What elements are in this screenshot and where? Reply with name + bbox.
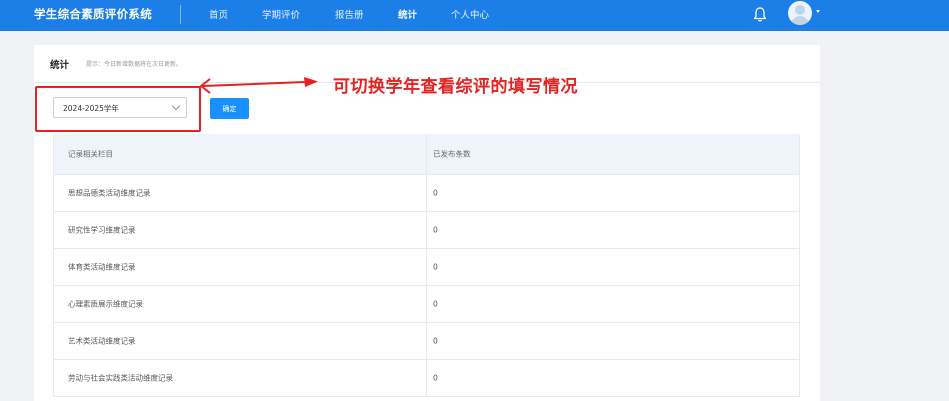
row-count: 0 [433, 336, 438, 346]
chevron-down-icon[interactable] [816, 10, 820, 13]
nav-statistics[interactable]: 统计 [398, 7, 417, 21]
annotation-highlight-box [35, 86, 201, 132]
table-row: 心理素质展示维度记录 0 [54, 286, 799, 323]
top-nav-bar: 学生综合素质评价系统 首页 学期评价 报告册 统计 个人中心 [0, 0, 949, 31]
nav-home[interactable]: 首页 [209, 7, 228, 21]
row-category: 研究性学习维度记录 [68, 225, 136, 235]
row-count: 0 [433, 373, 438, 383]
confirm-button[interactable]: 确定 [210, 98, 249, 119]
row-category: 艺术类活动维度记录 [68, 336, 136, 346]
row-count: 0 [433, 299, 438, 309]
row-category: 体育类活动维度记录 [68, 262, 136, 272]
annotation-arrow-icon [200, 77, 318, 94]
bell-icon[interactable] [752, 6, 768, 23]
app-title: 学生综合素质评价系统 [34, 7, 152, 21]
row-category: 劳动与社会实践类活动维度记录 [68, 373, 173, 383]
nav-semester-evaluation[interactable]: 学期评价 [262, 7, 300, 21]
annotation-text: 可切换学年查看综评的填写情况 [333, 77, 578, 97]
row-count: 0 [433, 188, 438, 198]
page-title: 统计 [50, 60, 70, 71]
statistics-table: 记录相关栏目 已发布条数 思想品德类活动维度记录 0 研究性学习维度记录 0 体… [53, 134, 800, 397]
table-row: 思想品德类活动维度记录 0 [54, 175, 799, 212]
row-count: 0 [433, 225, 438, 235]
column-header-category: 记录相关栏目 [68, 149, 113, 159]
table-row: 研究性学习维度记录 0 [54, 212, 799, 249]
header-divider [180, 5, 181, 24]
table-header: 记录相关栏目 已发布条数 [54, 134, 799, 175]
row-category: 心理素质展示维度记录 [68, 299, 143, 309]
table-row: 体育类活动维度记录 0 [54, 249, 799, 286]
table-row: 艺术类活动维度记录 0 [54, 323, 799, 360]
nav-personal-center[interactable]: 个人中心 [451, 7, 489, 21]
table-row: 劳动与社会实践类活动维度记录 0 [54, 360, 799, 397]
row-count: 0 [433, 262, 438, 272]
hint-text: 提示：今日新增数据将在次日更新。 [86, 61, 183, 68]
row-category: 思想品德类活动维度记录 [68, 188, 151, 198]
user-avatar[interactable] [788, 1, 812, 25]
nav-report-book[interactable]: 报告册 [335, 7, 364, 21]
column-header-count: 已发布条数 [433, 149, 471, 159]
